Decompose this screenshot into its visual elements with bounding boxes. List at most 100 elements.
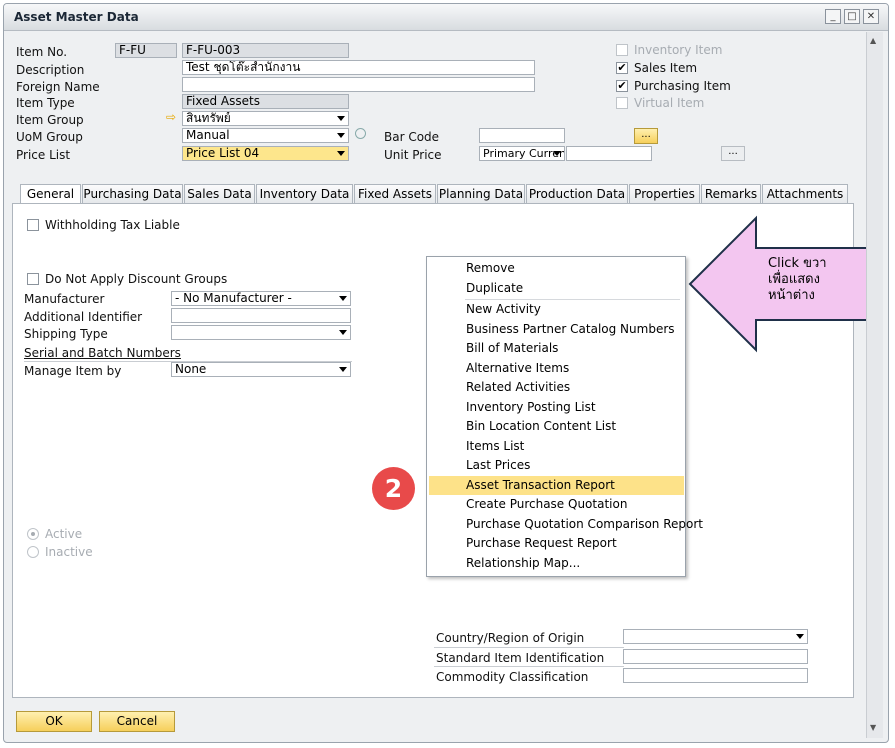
unit-price-label: Unit Price <box>384 148 442 162</box>
tab-inventory-data[interactable]: Inventory Data <box>256 184 353 204</box>
virtual-item-label: Virtual Item <box>634 96 705 110</box>
item-group-select[interactable]: สินทรัพย์ <box>182 111 349 126</box>
scroll-down-icon[interactable]: ▼ <box>870 723 876 732</box>
tab-bar: General Purchasing Data Sales Data Inven… <box>12 184 854 205</box>
menu-item-bill-of-materials[interactable]: Bill of Materials <box>427 339 685 358</box>
item-type-field: Fixed Assets <box>182 94 349 109</box>
cancel-button[interactable]: Cancel <box>99 711 175 732</box>
callout-line-3: หน้าต่าง <box>768 288 815 303</box>
withholding-tax-label: Withholding Tax Liable <box>45 218 180 232</box>
bar-code-label: Bar Code <box>384 130 440 144</box>
tab-attachments[interactable]: Attachments <box>762 184 848 204</box>
active-radio[interactable] <box>27 528 39 540</box>
menu-item-alternative-items[interactable]: Alternative Items <box>427 359 685 378</box>
sales-item-checkbox[interactable]: ✔ <box>616 62 628 74</box>
menu-item-bin-location-content-list[interactable]: Bin Location Content List <box>427 417 685 436</box>
item-no-field[interactable]: F-FU-003 <box>182 43 349 58</box>
inventory-item-label: Inventory Item <box>634 43 723 57</box>
item-no-series-select[interactable]: F-FU <box>115 43 177 58</box>
menu-item-related-activities[interactable]: Related Activities <box>427 378 685 397</box>
maximize-button[interactable]: □ <box>844 9 860 24</box>
bar-code-more-button[interactable]: ... <box>634 128 658 144</box>
description-label: Description <box>16 63 85 77</box>
menu-item-inventory-posting-list[interactable]: Inventory Posting List <box>427 398 685 417</box>
step-badge: 2 <box>372 467 415 510</box>
manage-item-select[interactable]: None <box>171 362 351 377</box>
active-label: Active <box>45 527 83 541</box>
tab-planning-data[interactable]: Planning Data <box>437 184 525 204</box>
menu-item-duplicate[interactable]: Duplicate <box>427 279 685 298</box>
country-origin-label: Country/Region of Origin <box>436 631 585 645</box>
description-field[interactable]: Test ชุดโต๊ะสำนักงาน <box>182 60 535 75</box>
shipping-type-select[interactable] <box>171 325 351 340</box>
additional-identifier-field[interactable] <box>171 308 351 323</box>
title-bar: Asset Master Data _ □ ✕ <box>4 4 888 31</box>
callout-line-1: Click ขวา <box>768 256 827 271</box>
menu-item-items-list[interactable]: Items List <box>427 437 685 456</box>
price-list-select[interactable]: Price List 04 <box>182 146 349 161</box>
window-title: Asset Master Data <box>14 10 139 24</box>
no-discount-checkbox[interactable] <box>27 273 39 285</box>
menu-item-relationship-map[interactable]: Relationship Map... <box>427 554 685 573</box>
country-origin-select[interactable] <box>623 629 808 644</box>
item-type-label: Item Type <box>16 96 75 110</box>
manage-item-label: Manage Item by <box>24 364 122 378</box>
price-list-label: Price List <box>16 148 71 162</box>
tab-properties[interactable]: Properties <box>629 184 700 204</box>
callout-line-2: เพื่อแสดง <box>768 272 820 287</box>
vertical-scrollbar[interactable]: ▲ ▼ <box>866 32 883 738</box>
tab-remarks[interactable]: Remarks <box>701 184 761 204</box>
tab-purchasing-data[interactable]: Purchasing Data <box>82 184 183 204</box>
commodity-classification-field[interactable] <box>623 668 808 683</box>
no-discount-label: Do Not Apply Discount Groups <box>45 272 228 286</box>
foreign-name-label: Foreign Name <box>16 80 100 94</box>
bar-code-field[interactable] <box>479 128 565 143</box>
purchasing-item-checkbox[interactable]: ✔ <box>616 80 628 92</box>
standard-item-id-label: Standard Item Identification <box>436 651 605 665</box>
menu-item-create-purchase-quotation[interactable]: Create Purchase Quotation <box>427 495 685 514</box>
ok-button[interactable]: OK <box>16 711 92 732</box>
link-arrow-icon[interactable]: ⇨ <box>166 110 176 124</box>
purchasing-item-label: Purchasing Item <box>634 79 731 93</box>
tab-production-data[interactable]: Production Data <box>526 184 628 204</box>
withholding-tax-checkbox[interactable] <box>27 219 39 231</box>
additional-identifier-label: Additional Identifier <box>24 310 143 324</box>
shipping-type-label: Shipping Type <box>24 327 108 341</box>
standard-item-id-field[interactable] <box>623 649 808 664</box>
uom-group-label: UoM Group <box>16 130 83 144</box>
tab-fixed-assets[interactable]: Fixed Assets <box>354 184 436 204</box>
item-no-label: Item No. <box>16 45 68 59</box>
manufacturer-select[interactable]: - No Manufacturer - <box>171 291 351 306</box>
unit-price-field[interactable] <box>566 146 652 161</box>
virtual-item-checkbox[interactable] <box>616 97 628 109</box>
inactive-radio[interactable] <box>27 546 39 558</box>
unit-price-more-button[interactable]: ... <box>721 146 745 161</box>
info-icon[interactable] <box>355 128 366 139</box>
context-menu: Remove Duplicate New Activity Business P… <box>426 256 703 577</box>
item-group-label: Item Group <box>16 113 84 127</box>
menu-item-last-prices[interactable]: Last Prices <box>427 456 685 475</box>
minimize-button[interactable]: _ <box>825 9 841 24</box>
menu-item-asset-transaction-report[interactable]: Asset Transaction Report <box>429 476 684 495</box>
serial-batch-link[interactable]: Serial and Batch Numbers <box>24 346 181 360</box>
menu-item-purchase-quotation-comparison[interactable]: Purchase Quotation Comparison Report <box>427 515 703 534</box>
menu-item-bp-catalog-numbers[interactable]: Business Partner Catalog Numbers <box>427 320 685 339</box>
tab-general[interactable]: General <box>20 184 81 205</box>
close-button[interactable]: ✕ <box>863 9 879 24</box>
manufacturer-label: Manufacturer <box>24 292 105 306</box>
divider <box>434 666 624 667</box>
menu-item-remove[interactable]: Remove <box>427 259 685 278</box>
foreign-name-field[interactable] <box>182 77 535 92</box>
menu-item-new-activity[interactable]: New Activity <box>427 300 685 319</box>
tab-sales-data[interactable]: Sales Data <box>184 184 255 204</box>
callout-text: Click ขวา เพื่อแสดง หน้าต่าง <box>768 256 868 304</box>
inventory-item-checkbox[interactable] <box>616 44 628 56</box>
divider <box>434 647 624 648</box>
unit-price-currency-select[interactable]: Primary Curren <box>479 146 565 161</box>
sales-item-label: Sales Item <box>634 61 698 75</box>
inactive-label: Inactive <box>45 545 93 559</box>
scroll-up-icon[interactable]: ▲ <box>870 36 876 45</box>
commodity-classification-label: Commodity Classification <box>436 670 589 684</box>
menu-item-purchase-request-report[interactable]: Purchase Request Report <box>427 534 685 553</box>
uom-group-select[interactable]: Manual <box>182 128 349 143</box>
